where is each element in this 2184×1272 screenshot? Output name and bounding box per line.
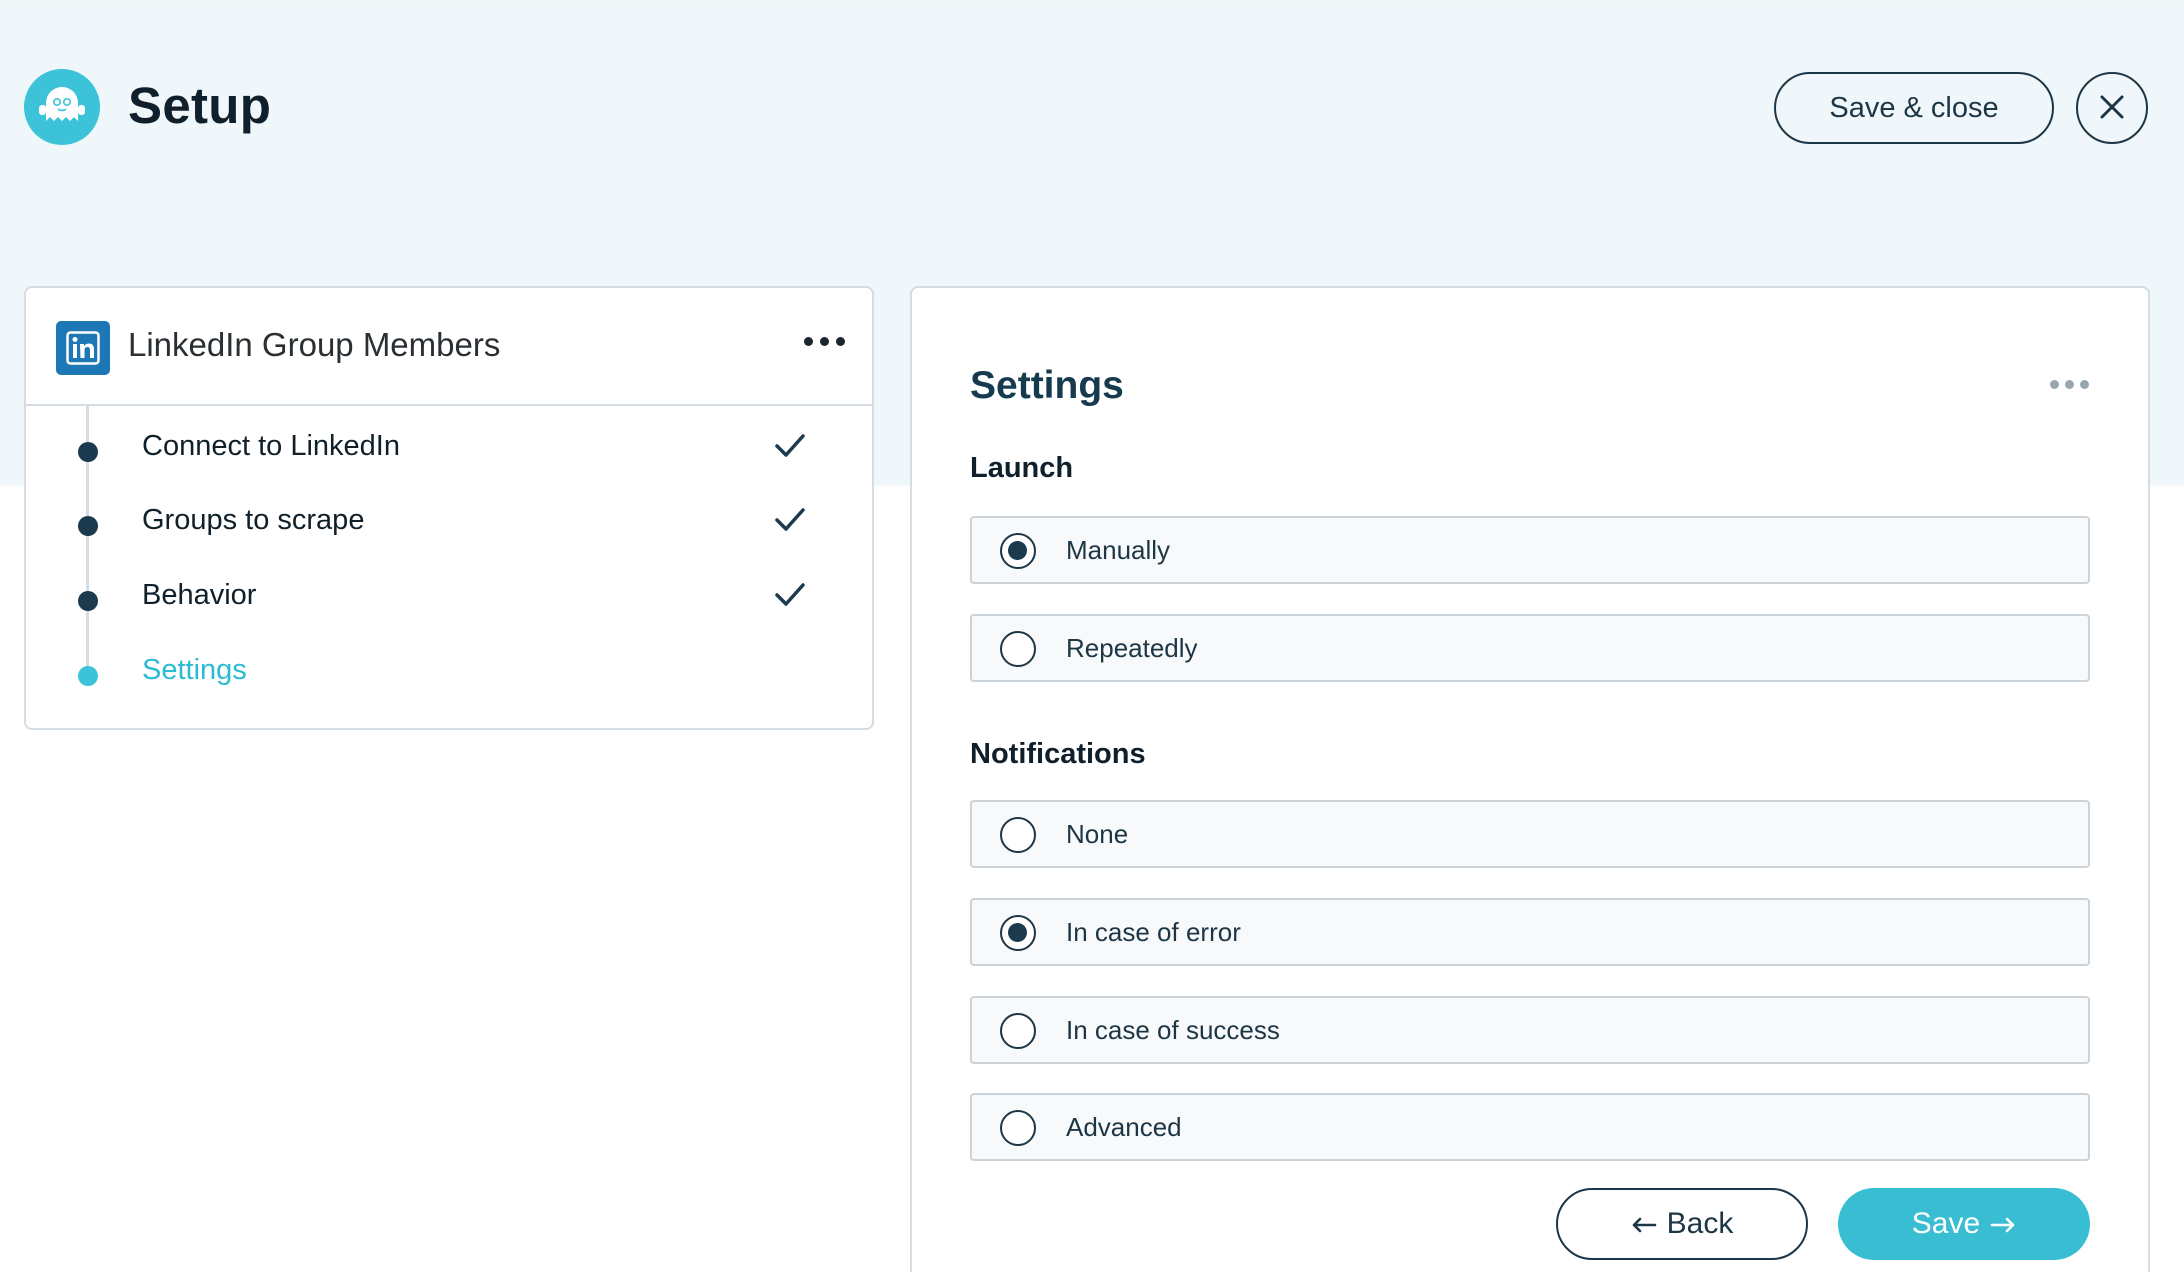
settings-title: Settings <box>970 364 1124 407</box>
option-label: None <box>1066 819 1129 849</box>
step-dot <box>78 516 98 536</box>
notifications-section-label: Notifications <box>970 738 1146 770</box>
step-label: Groups to scrape <box>142 504 365 536</box>
option-label: In case of success <box>1066 1015 1280 1045</box>
arrow-left-icon <box>1631 1207 1657 1241</box>
close-button[interactable] <box>2076 72 2148 144</box>
radio-button[interactable] <box>1000 1013 1036 1049</box>
notification-option-none[interactable]: None <box>970 800 2090 868</box>
step-connect-to-linkedin[interactable]: Connect to LinkedIn <box>26 418 872 478</box>
save-button-label: Save <box>1911 1207 1981 1240</box>
more-horizontal-icon[interactable] <box>800 333 849 350</box>
back-button-label: Back <box>1666 1207 1734 1240</box>
radio-button-checked[interactable] <box>1000 915 1036 951</box>
back-button[interactable]: Back <box>1556 1188 1808 1260</box>
app-logo-ghost-icon <box>24 69 100 145</box>
radio-button[interactable] <box>1000 631 1036 667</box>
steps-panel: LinkedIn Group Members Connect to Linked… <box>24 286 874 730</box>
notification-option-success[interactable]: In case of success <box>970 996 2090 1064</box>
step-dot <box>78 442 98 462</box>
radio-button[interactable] <box>1000 1110 1036 1146</box>
checkmark-icon <box>774 506 806 539</box>
step-dot <box>78 591 98 611</box>
checkmark-icon <box>774 432 806 465</box>
radio-button[interactable] <box>1000 817 1036 853</box>
save-button[interactable]: Save <box>1838 1188 2090 1260</box>
notification-option-advanced[interactable]: Advanced <box>970 1093 2090 1161</box>
close-icon <box>2099 94 2125 123</box>
step-behavior[interactable]: Behavior <box>26 567 872 627</box>
step-settings[interactable]: Settings <box>26 642 872 702</box>
option-label: Advanced <box>1066 1112 1182 1142</box>
launch-option-manually[interactable]: Manually <box>970 516 2090 584</box>
step-label: Behavior <box>142 579 257 611</box>
checkmark-icon <box>774 581 806 614</box>
notification-option-error[interactable]: In case of error <box>970 898 2090 966</box>
arrow-right-icon <box>1990 1207 2016 1241</box>
more-horizontal-icon[interactable] <box>2046 376 2093 393</box>
step-label-active: Settings <box>142 654 247 686</box>
steps-panel-header: LinkedIn Group Members <box>26 288 872 406</box>
page-title: Setup <box>128 77 272 134</box>
step-dot-active <box>78 666 98 686</box>
step-label: Connect to LinkedIn <box>142 430 400 462</box>
option-label: Repeatedly <box>1066 633 1198 663</box>
launch-option-repeatedly[interactable]: Repeatedly <box>970 614 2090 682</box>
step-groups-to-scrape[interactable]: Groups to scrape <box>26 492 872 552</box>
option-label: In case of error <box>1066 917 1241 947</box>
option-label: Manually <box>1066 535 1171 565</box>
save-and-close-button[interactable]: Save & close <box>1774 72 2054 144</box>
steps-panel-title: LinkedIn Group Members <box>128 326 501 363</box>
launch-section-label: Launch <box>970 452 1074 484</box>
settings-panel: Settings Launch Manually Repeatedly Noti… <box>910 286 2150 1272</box>
linkedin-icon <box>56 321 110 375</box>
radio-button-checked[interactable] <box>1000 533 1036 569</box>
